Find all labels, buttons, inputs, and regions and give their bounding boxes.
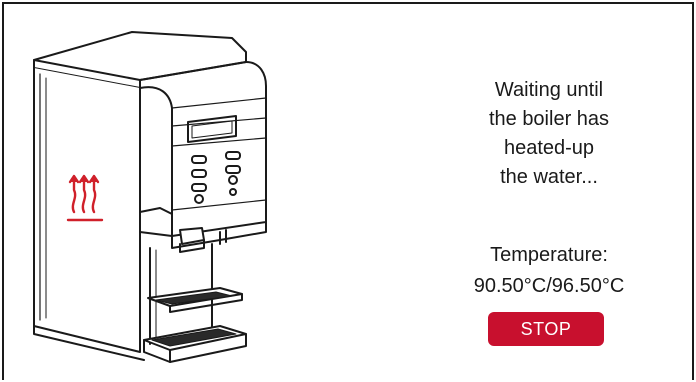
status-message: Waiting until the boiler has heated-up t… xyxy=(438,76,660,192)
coffee-machine-illustration xyxy=(33,31,267,363)
status-line-3: heated-up xyxy=(503,137,595,159)
status-line-2: the boiler has xyxy=(488,108,610,130)
temperature-label: Temperature: xyxy=(490,244,608,266)
status-line-4: the water... xyxy=(500,166,598,188)
stop-button[interactable]: STOP xyxy=(488,312,604,346)
temperature-readout: Temperature: 90.50°C/96.50°C xyxy=(438,240,660,302)
heating-icon xyxy=(66,174,104,222)
status-line-1: Waiting until xyxy=(494,79,604,101)
temperature-value: 90.50°C/96.50°C xyxy=(473,275,625,297)
